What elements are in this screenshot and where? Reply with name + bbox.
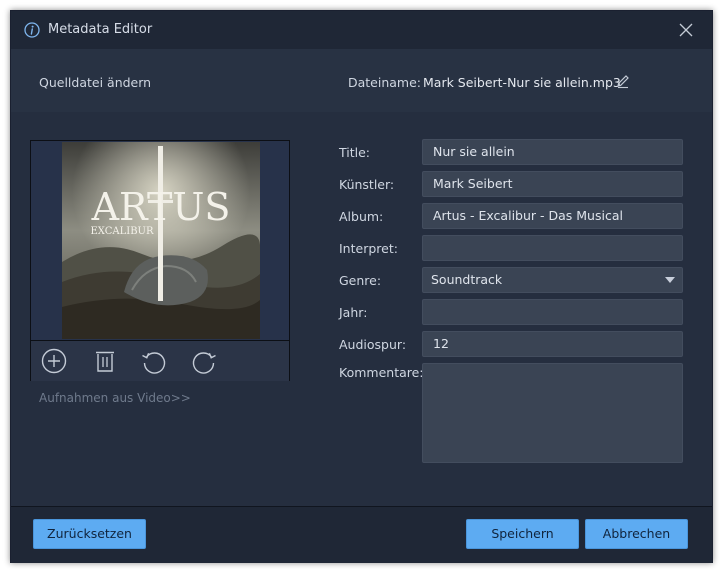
- cancel-button[interactable]: Abbrechen: [585, 519, 688, 549]
- album-label: Album:: [339, 209, 384, 224]
- title-input[interactable]: Nur sie allein: [422, 139, 683, 165]
- dialog-footer: Zurücksetzen Speichern Abbrechen: [11, 506, 712, 563]
- cover-toolbar: [31, 340, 289, 381]
- comments-textarea[interactable]: [422, 363, 683, 463]
- cover-title-text: ARTUS: [91, 185, 231, 229]
- year-input[interactable]: [422, 299, 683, 325]
- info-icon: [24, 22, 40, 38]
- year-label: Jahr:: [339, 305, 368, 320]
- genre-label: Genre:: [339, 273, 382, 288]
- chevron-down-icon: [665, 277, 675, 283]
- filename-label: Dateiname:: [348, 75, 422, 90]
- interpret-input[interactable]: [422, 235, 683, 261]
- genre-selected-value: Soundtrack: [431, 272, 503, 287]
- reset-button[interactable]: Zurücksetzen: [33, 519, 146, 549]
- source-file-bar: Quelldatei ändern Dateiname: Mark Seiber…: [11, 49, 712, 112]
- track-label: Audiospur:: [339, 337, 407, 352]
- metadata-editor-window: Metadata Editor Quelldatei ändern Datein…: [10, 10, 713, 563]
- cover-art-panel: ARTUS EXCALIBUR: [30, 140, 290, 381]
- add-icon[interactable]: [40, 347, 68, 375]
- interpret-label: Interpret:: [339, 241, 398, 256]
- title-bar: Metadata Editor: [11, 11, 712, 49]
- artist-input[interactable]: Mark Seibert: [422, 171, 683, 197]
- close-icon[interactable]: [678, 22, 694, 38]
- change-source-file-link[interactable]: Quelldatei ändern: [39, 75, 151, 90]
- track-input[interactable]: 12: [422, 331, 683, 357]
- album-input[interactable]: Artus - Excalibur - Das Musical: [422, 203, 683, 229]
- filename-value: Mark Seibert-Nur sie allein.mp3: [423, 75, 621, 90]
- edit-icon[interactable]: [615, 73, 631, 89]
- artist-label: Künstler:: [339, 177, 395, 192]
- capture-from-video-link[interactable]: Aufnahmen aus Video>>: [39, 391, 191, 405]
- trash-icon[interactable]: [91, 347, 119, 375]
- rotate-right-icon[interactable]: [190, 347, 218, 375]
- cover-subtitle-text: EXCALIBUR: [90, 226, 153, 237]
- comments-label: Kommentare:: [339, 365, 424, 380]
- album-cover-image: ARTUS EXCALIBUR: [62, 142, 260, 339]
- genre-select[interactable]: Soundtrack: [422, 267, 683, 293]
- rotate-left-icon[interactable]: [140, 347, 168, 375]
- window-title: Metadata Editor: [48, 22, 153, 37]
- save-button[interactable]: Speichern: [466, 519, 579, 549]
- title-label: Title:: [339, 145, 370, 160]
